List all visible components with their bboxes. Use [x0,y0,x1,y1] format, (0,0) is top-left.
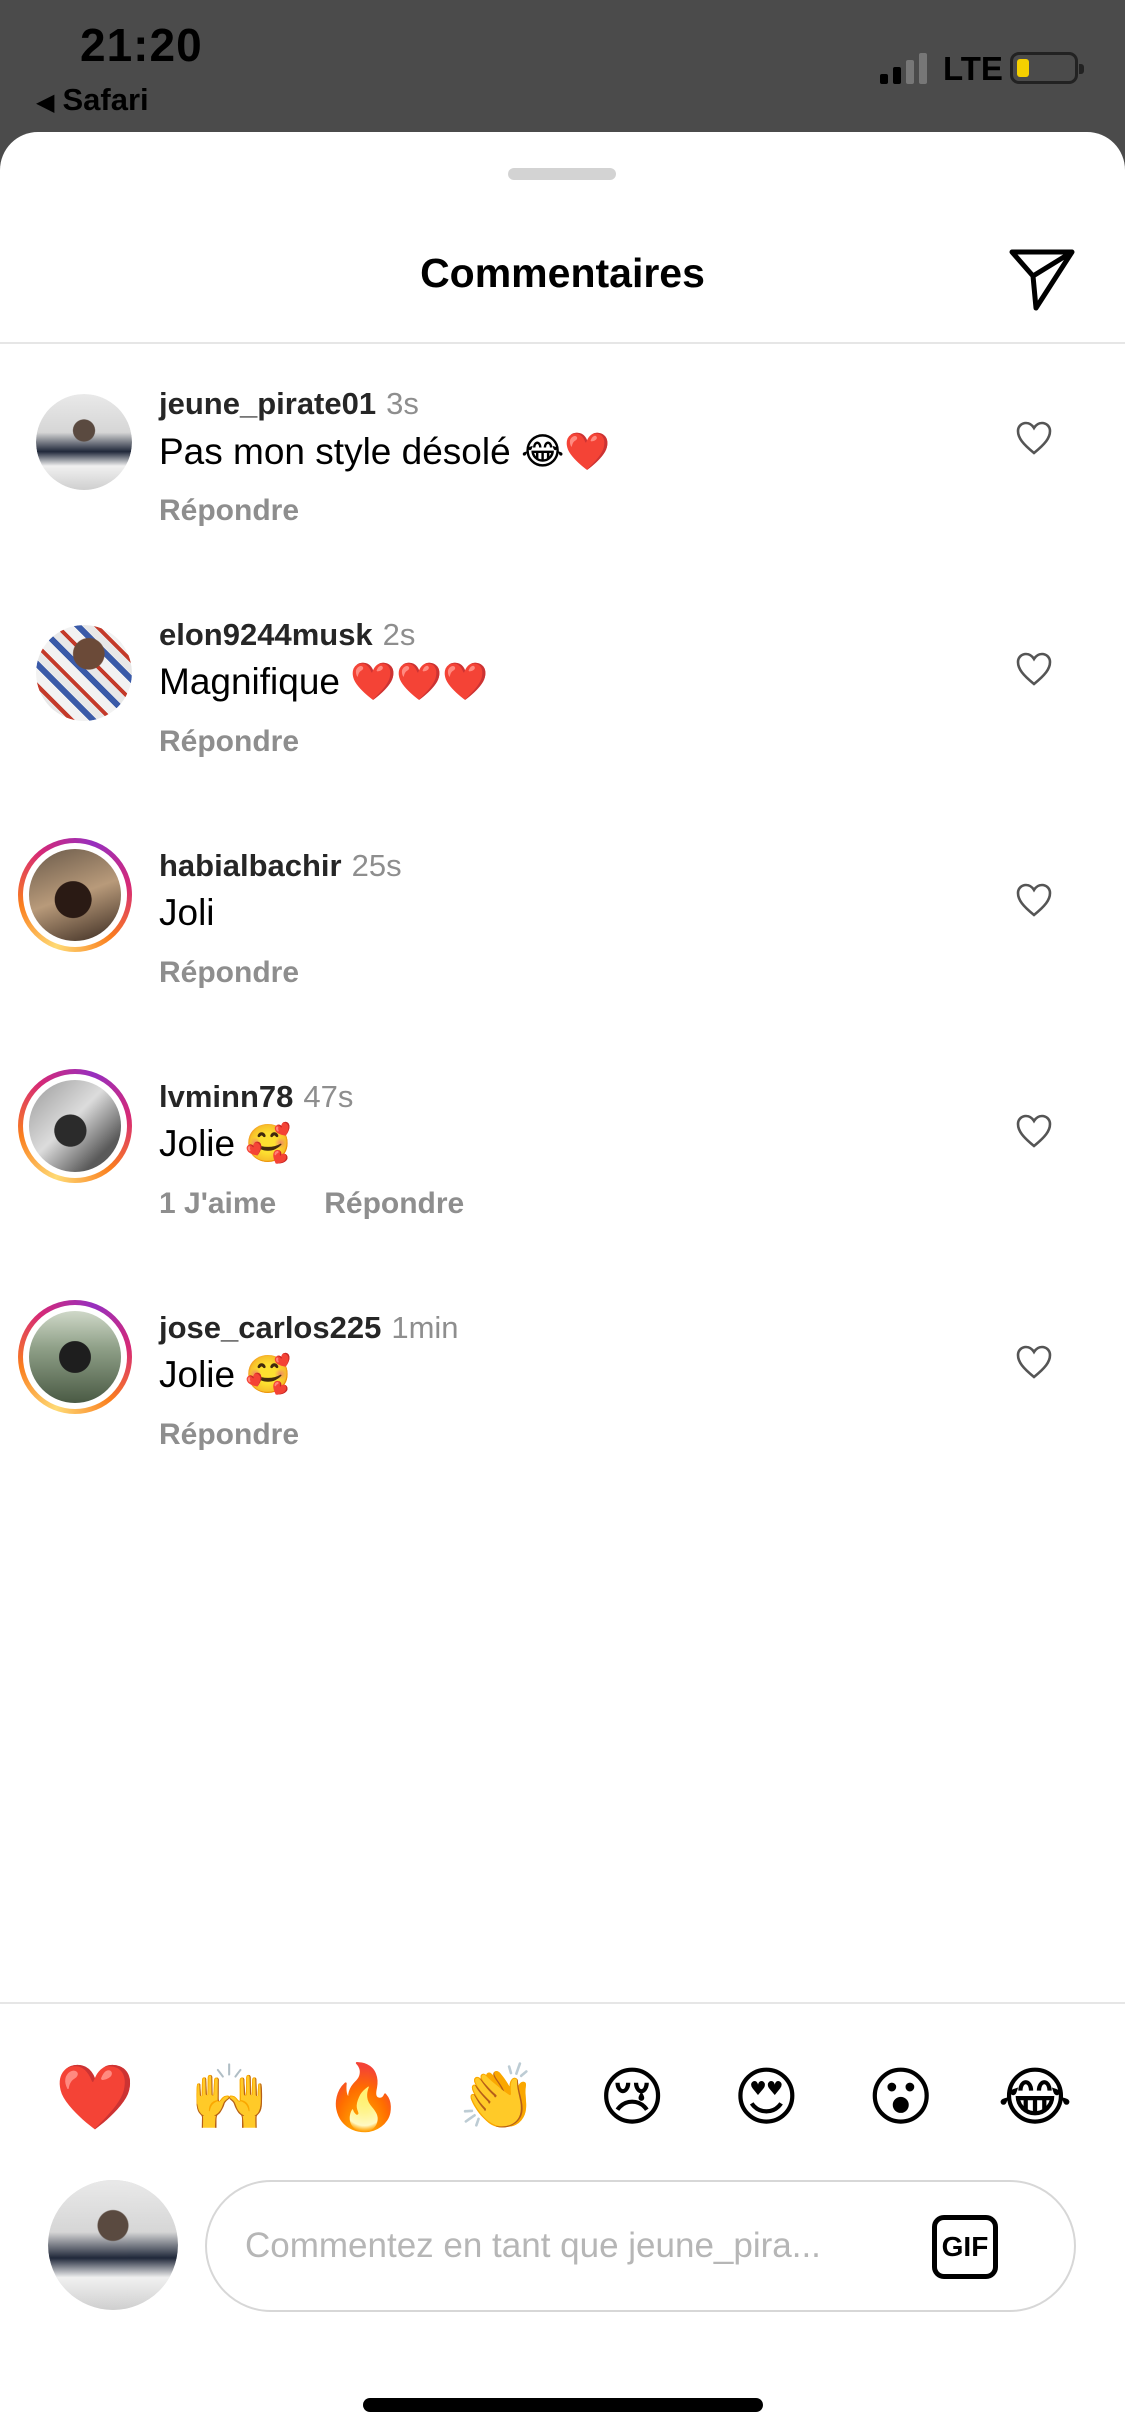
comment-time: 2s [382,617,416,652]
emoji-heart-eyes[interactable]: 😍 [721,2052,811,2142]
emoji-surprised[interactable]: 😮 [856,2052,946,2142]
comment-time: 1min [391,1310,459,1345]
emoji-clap[interactable]: 👏 [453,2052,543,2142]
comment-username[interactable]: habialbachir [159,848,342,883]
composer-divider [0,2002,1125,2004]
comments-sheet: Commentaires jeune_pirate01 3s Pas mon st… [0,132,1125,2436]
status-time: 21:20 [80,19,203,71]
avatar-story-ring[interactable] [18,838,132,952]
gif-button[interactable]: GIF [932,2215,998,2279]
heart-icon[interactable] [1015,420,1053,456]
home-indicator [363,2398,763,2412]
reply-button[interactable]: Répondre [324,1187,464,1220]
quick-emoji-bar: ❤️ 🙌 🔥 👏 😢 😍 😮 😂 [50,2052,1080,2142]
emoji-fire[interactable]: 🔥 [319,2052,409,2142]
battery-level [1017,59,1029,77]
comment-text: Jolie 🥰 [159,1123,292,1164]
battery-icon [1010,52,1084,84]
comment-item: habialbachir 25s Joli Répondre [0,838,1125,1064]
back-app-label: Safari [62,82,149,117]
avatar-story-ring[interactable] [18,1069,132,1183]
emoji-crying[interactable]: 😢 [587,2052,677,2142]
back-to-safari-button[interactable]: ◀ Safari [36,82,149,118]
comment-item: lvminn78 47s Jolie 🥰 1 J'aime Répondre [0,1069,1125,1295]
comment-time: 47s [303,1079,354,1114]
comment-username[interactable]: jeune_pirate01 [159,386,376,421]
heart-icon[interactable] [1015,1113,1053,1149]
cellular-signal-icon [880,53,927,84]
comment-item: jose_carlos225 1min Jolie 🥰 Répondre [0,1300,1125,1526]
sheet-grabber[interactable] [508,168,616,180]
page-title: Commentaires [420,250,705,296]
reply-button[interactable]: Répondre [159,1418,299,1451]
comment-item: jeune_pirate01 3s Pas mon style désolé 😂❤… [0,382,1125,602]
reply-button[interactable]: Répondre [159,956,299,989]
emoji-laughing[interactable]: 😂 [990,2052,1080,2142]
heart-icon[interactable] [1015,882,1053,918]
emoji-raised-hands[interactable]: 🙌 [184,2052,274,2142]
reply-button[interactable]: Répondre [159,725,299,758]
comment-time: 3s [386,386,419,421]
avatar[interactable] [36,394,132,490]
status-bar: 21:20 ◀ Safari LTE [0,0,1125,132]
comment-text: Jolie 🥰 [159,1354,292,1395]
header-divider [0,342,1125,344]
likes-count-button[interactable]: 1 J'aime [159,1187,276,1220]
comment-text: Pas mon style désolé 😂❤️ [159,431,611,472]
network-type: LTE [943,50,1003,87]
heart-icon[interactable] [1015,651,1053,687]
reply-button[interactable]: Répondre [159,494,299,527]
comment-username[interactable]: elon9244musk [159,617,373,652]
comment-username[interactable]: jose_carlos225 [159,1310,381,1345]
avatar-story-ring[interactable] [18,1300,132,1414]
comment-text: Joli [159,892,215,933]
paper-plane-icon[interactable] [1006,242,1078,314]
composer-avatar [48,2180,178,2310]
comment-time: 25s [351,848,402,883]
avatar[interactable] [36,625,132,721]
comment-text: Magnifique ❤️❤️❤️ [159,661,489,702]
heart-icon[interactable] [1015,1344,1053,1380]
back-triangle-icon: ◀ [36,89,55,116]
comment-item: elon9244musk 2s Magnifique ❤️❤️❤️ Répondr… [0,613,1125,833]
emoji-heart[interactable]: ❤️ [50,2052,140,2142]
comment-username[interactable]: lvminn78 [159,1079,293,1114]
